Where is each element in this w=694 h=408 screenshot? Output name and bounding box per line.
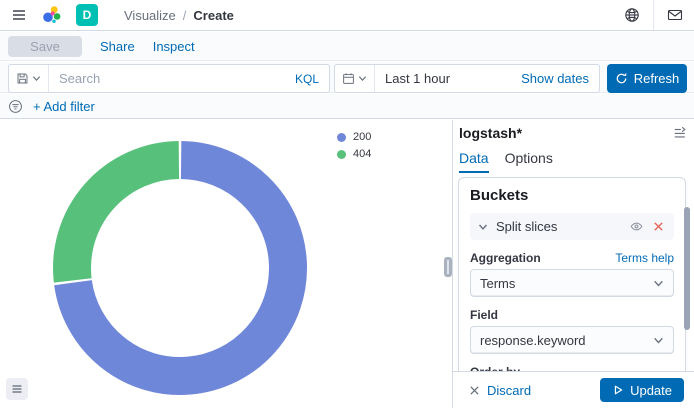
hamburger-icon xyxy=(11,7,27,23)
field-label: Field xyxy=(470,308,498,322)
vis-editor-panel: logstash* Data Options Buckets Split sli… xyxy=(452,120,694,408)
legend-toggle-button[interactable] xyxy=(6,378,28,400)
play-icon xyxy=(612,384,624,396)
chevron-down-icon xyxy=(32,74,41,83)
legend-item-404[interactable]: 404 xyxy=(337,148,371,160)
update-button[interactable]: Update xyxy=(600,378,684,402)
aggregation-label: Aggregation xyxy=(470,251,541,265)
filter-bar: + Add filter xyxy=(0,94,694,119)
refresh-label: Refresh xyxy=(634,71,680,86)
menu-button[interactable] xyxy=(4,0,34,30)
saved-query-menu[interactable] xyxy=(9,65,49,92)
breadcrumb-create: Create xyxy=(193,8,233,23)
help-button[interactable] xyxy=(617,0,647,30)
date-quick-menu[interactable] xyxy=(335,65,375,92)
aggregation-value: Terms xyxy=(480,276,653,291)
chevron-down-icon xyxy=(653,335,664,346)
legend-dot-200 xyxy=(337,133,346,142)
calendar-icon xyxy=(342,72,355,85)
refresh-button[interactable]: Refresh xyxy=(607,64,687,93)
index-pattern-title: logstash* xyxy=(459,125,522,141)
buckets-section-title: Buckets xyxy=(470,187,674,204)
terms-help-link[interactable]: Terms help xyxy=(615,251,674,265)
globe-icon xyxy=(624,7,640,23)
inspect-button[interactable]: Inspect xyxy=(153,39,195,54)
share-button[interactable]: Share xyxy=(100,39,135,54)
eye-icon xyxy=(630,220,643,233)
save-query-icon xyxy=(16,72,29,85)
chevron-down-icon xyxy=(358,74,367,83)
list-icon xyxy=(11,383,23,395)
toggle-visibility-button[interactable] xyxy=(628,218,645,235)
breadcrumb-visualize[interactable]: Visualize xyxy=(124,8,176,23)
filter-options-icon[interactable] xyxy=(8,99,23,114)
field-select[interactable]: response.keyword xyxy=(470,326,674,354)
time-range-value[interactable]: Last 1 hour xyxy=(375,71,521,86)
panel-header: logstash* xyxy=(459,124,689,142)
editor-tabs: Data Options xyxy=(459,150,553,173)
tab-options[interactable]: Options xyxy=(505,150,553,173)
split-slices-label: Split slices xyxy=(496,219,628,234)
visualization-area: 200 404 xyxy=(0,120,452,408)
field-value: response.keyword xyxy=(480,333,653,348)
mail-icon xyxy=(667,7,683,23)
newsfeed-button[interactable] xyxy=(660,0,690,30)
split-slices-accordion[interactable]: Split slices xyxy=(470,213,674,240)
chevron-down-icon xyxy=(653,278,664,289)
kibana-app: D Visualize / Create Save Share Inspect xyxy=(0,0,694,408)
header-divider xyxy=(653,0,654,30)
chart-legend: 200 404 xyxy=(337,131,371,160)
legend-dot-404 xyxy=(337,150,346,159)
update-label: Update xyxy=(630,383,672,398)
legend-label-200: 200 xyxy=(353,131,371,143)
query-bar-row: KQL Last 1 hour Show dates Refresh xyxy=(0,62,694,93)
date-picker: Last 1 hour Show dates xyxy=(334,64,600,93)
add-filter-button[interactable]: + Add filter xyxy=(33,99,95,114)
query-language-switcher[interactable]: KQL xyxy=(285,72,329,86)
cross-icon xyxy=(469,385,480,396)
elastic-logo-icon[interactable] xyxy=(42,5,62,25)
chevron-down-icon xyxy=(478,222,488,232)
collapse-panel-button[interactable] xyxy=(671,124,689,142)
breadcrumb: Visualize / Create xyxy=(124,8,234,23)
discard-label: Discard xyxy=(487,383,531,398)
legend-label-404: 404 xyxy=(353,148,371,160)
show-dates-button[interactable]: Show dates xyxy=(521,71,599,86)
top-nav-menu: Save Share Inspect xyxy=(0,32,694,61)
panel-resize-handle[interactable] xyxy=(444,257,452,277)
search-bar: KQL xyxy=(8,64,330,93)
save-button[interactable]: Save xyxy=(8,36,82,57)
donut-chart[interactable] xyxy=(0,123,380,408)
menu-right-icon xyxy=(673,126,687,140)
breadcrumb-separator: / xyxy=(183,8,187,23)
aggregation-select[interactable]: Terms xyxy=(470,269,674,297)
legend-item-200[interactable]: 200 xyxy=(337,131,371,143)
tab-data[interactable]: Data xyxy=(459,150,489,173)
search-input[interactable] xyxy=(49,71,285,86)
editor-footer: Discard Update xyxy=(452,371,694,408)
refresh-icon xyxy=(615,72,628,85)
cross-icon xyxy=(653,221,664,232)
panel-scrollbar[interactable] xyxy=(684,207,690,330)
header-actions xyxy=(617,0,694,30)
remove-bucket-button[interactable] xyxy=(651,219,666,234)
header-bar: D Visualize / Create xyxy=(0,0,694,31)
space-avatar[interactable]: D xyxy=(76,4,98,26)
discard-button[interactable]: Discard xyxy=(469,383,531,398)
